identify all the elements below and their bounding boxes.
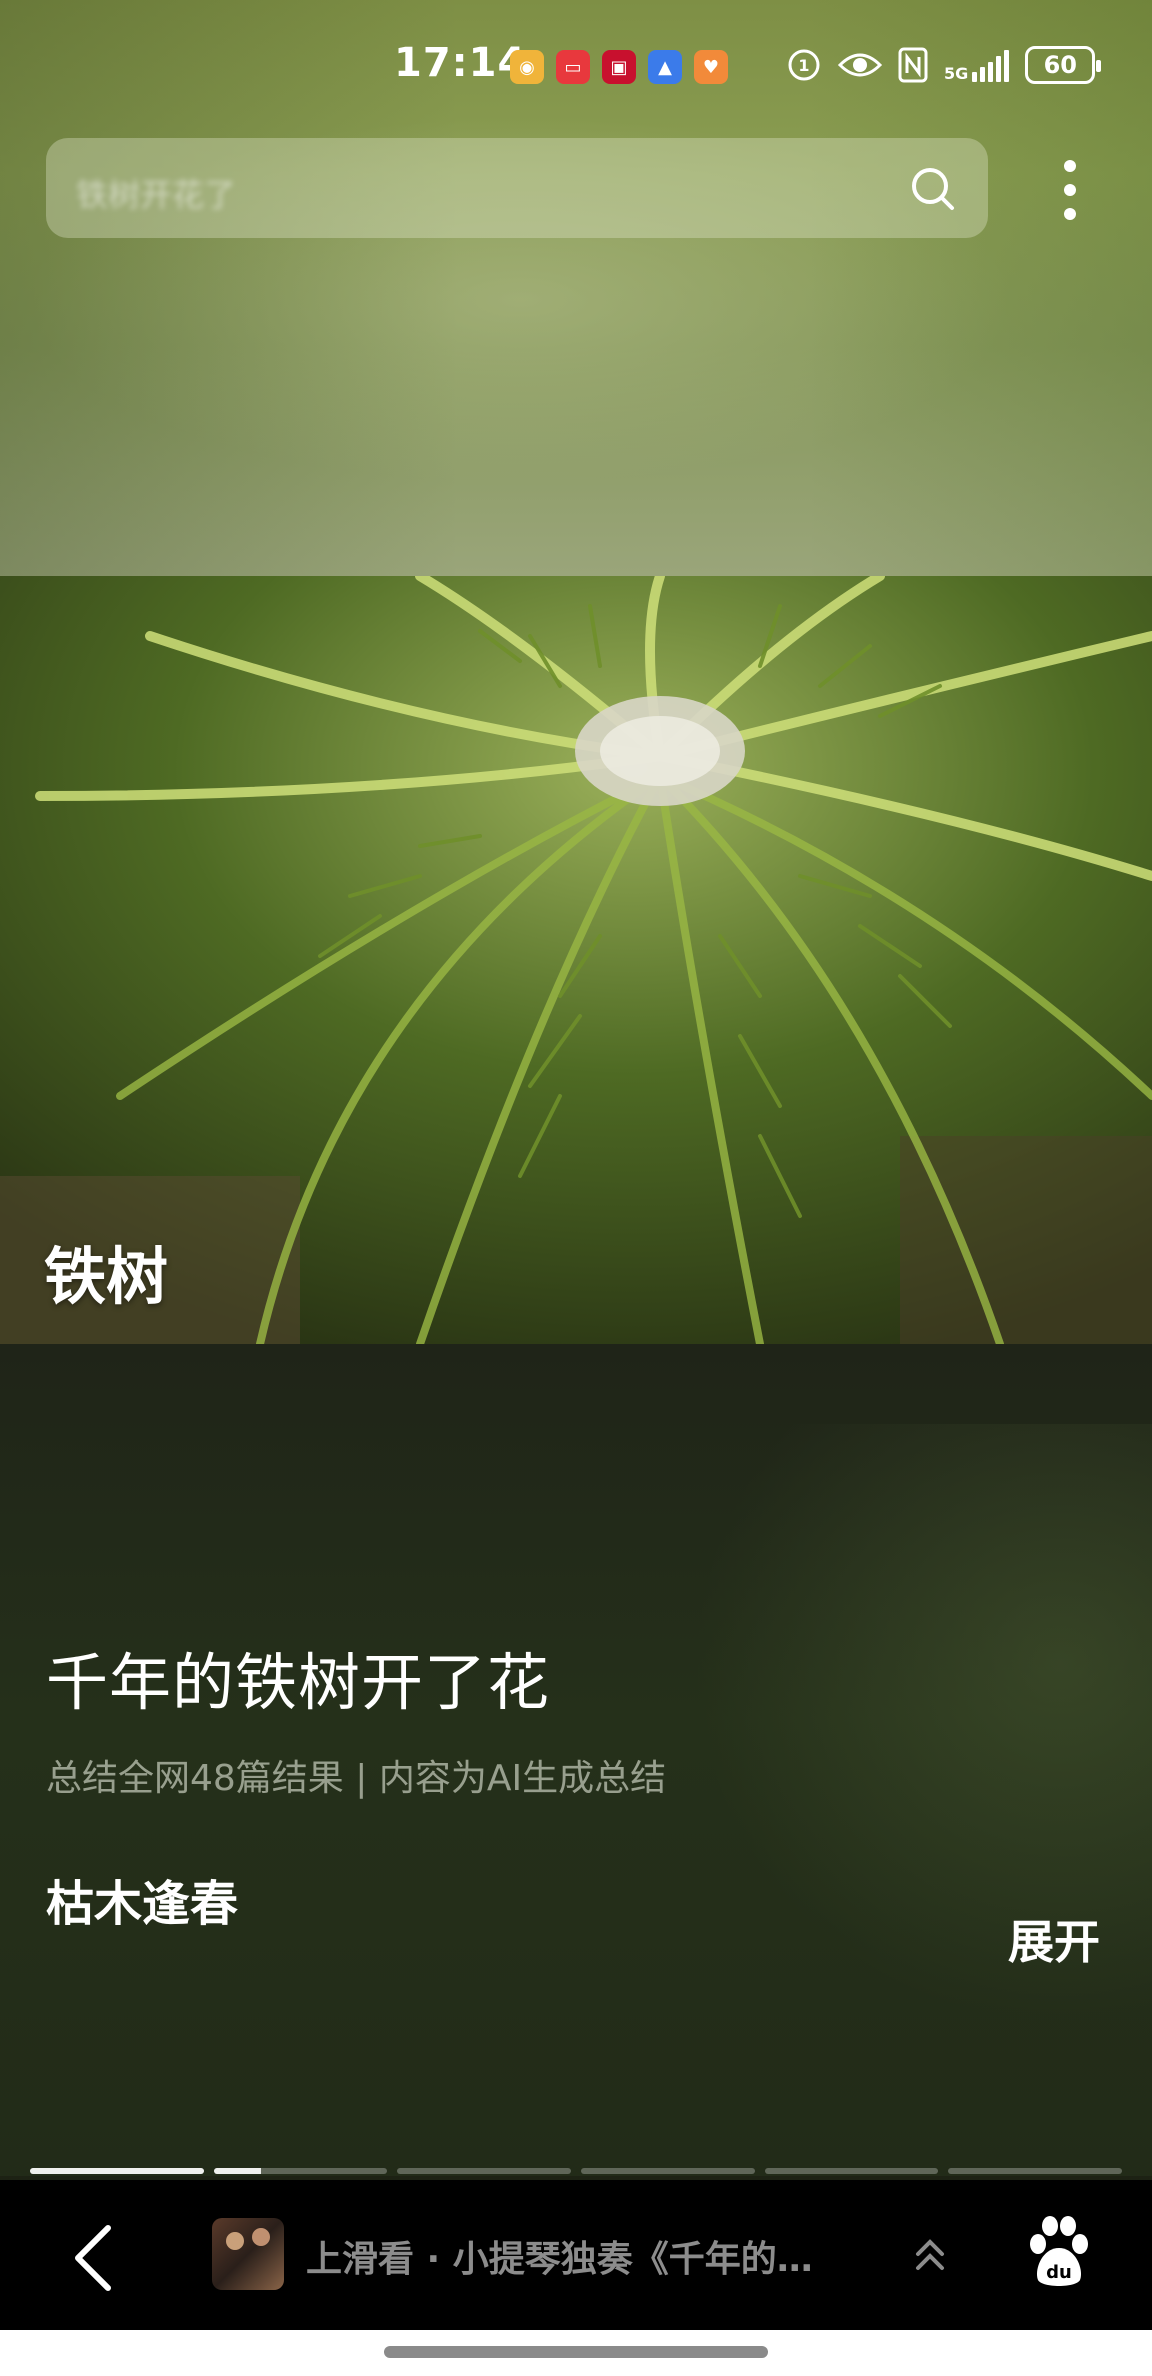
status-bar: 17:14 ◉ ▭ ▣ ▲ ♥ 1 5G 60 xyxy=(0,0,1152,136)
eye-icon xyxy=(838,53,882,77)
progress-segment xyxy=(581,2168,755,2174)
progress-segment xyxy=(30,2168,204,2174)
progress-segment xyxy=(213,2168,388,2174)
battery-level: 60 xyxy=(1043,51,1077,79)
story-progress xyxy=(30,2168,1123,2174)
search-input[interactable]: 铁树开花了 xyxy=(76,170,236,216)
hero-caption: 铁树 xyxy=(44,1240,169,1313)
hero-image[interactable]: 铁树 xyxy=(0,576,1152,1344)
hd-call-icon: 1 xyxy=(788,49,820,81)
svg-text:du: du xyxy=(1046,2262,1072,2283)
nfc-icon xyxy=(898,47,928,83)
progress-fill xyxy=(30,2168,204,2174)
summary-section-title: 枯木逢春 xyxy=(46,1876,239,1932)
weibo-icon: ◉ xyxy=(510,50,544,84)
chevron-up-icon[interactable] xyxy=(910,2232,950,2278)
battery-icon: 60 xyxy=(1025,46,1102,84)
news-app-icon: ▣ xyxy=(602,50,636,84)
search-bar[interactable]: 铁树开花了 xyxy=(46,138,988,238)
status-time: 17:14 xyxy=(394,40,527,86)
signal-icon xyxy=(972,48,1010,82)
svg-text:1: 1 xyxy=(798,56,809,75)
more-options-button[interactable] xyxy=(1048,150,1092,230)
book-app-icon: ▭ xyxy=(556,50,590,84)
article-source-note: 总结全网48篇结果 | 内容为AI生成总结 xyxy=(46,1758,667,1799)
article-panel: 千年的铁树开了花 总结全网48篇结果 | 内容为AI生成总结 枯木逢春 展开 xyxy=(0,1344,1152,2176)
progress-segment xyxy=(764,2168,939,2174)
home-indicator[interactable] xyxy=(384,2346,768,2358)
article-headline: 千年的铁树开了花 xyxy=(46,1646,551,1719)
swipe-up-hint[interactable]: 上滑看 · 小提琴独奏《千年的… xyxy=(306,2230,866,2282)
search-icon[interactable] xyxy=(908,164,958,214)
health-app-icon: ♥ xyxy=(694,50,728,84)
notification-icons: ◉ ▭ ▣ ▲ ♥ xyxy=(510,50,728,84)
progress-segment xyxy=(397,2168,572,2174)
bottom-bar: 上滑看 · 小提琴独奏《千年的… du xyxy=(0,2180,1152,2330)
progress-segment xyxy=(948,2168,1123,2174)
photo-app-icon: ▲ xyxy=(648,50,682,84)
back-button[interactable] xyxy=(60,2218,130,2298)
video-thumbnail[interactable] xyxy=(212,2218,284,2290)
progress-fill xyxy=(213,2168,261,2174)
system-icons: 1 5G 60 xyxy=(786,46,1102,84)
cycad-illustration xyxy=(0,576,1152,1344)
baidu-paw-icon[interactable]: du xyxy=(1024,2214,1094,2290)
network-type: 5G xyxy=(944,64,969,83)
expand-button[interactable]: 展开 xyxy=(1008,1906,1100,1972)
